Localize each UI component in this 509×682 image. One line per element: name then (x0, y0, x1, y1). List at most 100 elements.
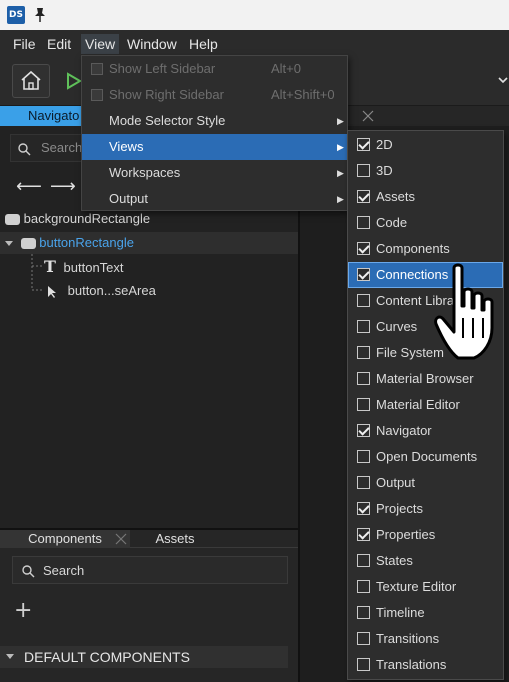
submenu-arrow-icon: ▶ (337, 116, 344, 126)
view-toggle-label: Timeline (376, 605, 425, 620)
pin-icon[interactable] (33, 7, 47, 23)
submenu-arrow-icon: ▶ (337, 168, 344, 178)
title-bar: DS (0, 0, 509, 30)
view-toggle-texture-editor[interactable]: Texture Editor (348, 574, 503, 600)
cursor-icon (48, 285, 56, 298)
components-search-input[interactable]: Search (12, 556, 288, 584)
view-toggle-label: Output (376, 475, 416, 490)
checkbox-checked[interactable] (357, 424, 370, 437)
view-toggle-label: Open Documents (376, 449, 478, 464)
checkbox-unchecked[interactable] (357, 294, 370, 307)
tree-item-button-rectangle[interactable]: buttonRectangle (0, 232, 298, 254)
menu-view[interactable]: View (81, 34, 120, 54)
checkbox-unchecked[interactable] (357, 476, 370, 489)
view-toggle-output[interactable]: Output (348, 470, 503, 496)
close-icon[interactable] (360, 107, 376, 125)
menu-item-output[interactable]: Output ▶ (82, 186, 347, 212)
text-icon: T (44, 257, 56, 276)
menu-item-label: Output (109, 191, 149, 206)
menu-item-views[interactable]: Views ▶ (82, 134, 347, 160)
checkbox-unchecked[interactable] (357, 606, 370, 619)
search-icon (18, 143, 31, 156)
view-toggle-label: Components (376, 241, 450, 256)
view-toggle-label: 2D (376, 137, 393, 152)
view-toggle-projects[interactable]: Projects (348, 496, 503, 522)
menu-item-label: Show Left Sidebar (109, 61, 216, 76)
tab-components[interactable]: Components (0, 530, 130, 548)
menu-item-label: Show Right Sidebar (109, 87, 224, 102)
menu-file[interactable]: File (9, 34, 40, 54)
checkbox-unchecked[interactable] (357, 450, 370, 463)
checkbox-checked[interactable] (357, 242, 370, 255)
checkbox-unchecked[interactable] (357, 372, 370, 385)
tree-item-button-text[interactable]: T buttonText (44, 256, 124, 278)
menu-item-workspaces[interactable]: Workspaces ▶ (82, 160, 347, 186)
view-toggle-states[interactable]: States (348, 548, 503, 574)
view-toggle-2d[interactable]: 2D (348, 132, 503, 158)
view-toggle-navigator[interactable]: Navigator (348, 418, 503, 444)
view-toggle-open-documents[interactable]: Open Documents (348, 444, 503, 470)
view-toggle-label: States (376, 553, 413, 568)
view-toggle-properties[interactable]: Properties (348, 522, 503, 548)
add-icon[interactable]: + (14, 600, 32, 622)
view-toggle-3d[interactable]: 3D (348, 158, 503, 184)
checkbox-unchecked[interactable] (357, 346, 370, 359)
checkbox (91, 89, 103, 101)
menu-help[interactable]: Help (185, 34, 222, 54)
checkbox-unchecked[interactable] (357, 554, 370, 567)
close-icon[interactable] (114, 532, 128, 546)
view-toggle-material-editor[interactable]: Material Editor (348, 392, 503, 418)
views-submenu: 2D 3D Assets Code Components Connections Conte… (347, 130, 504, 680)
view-toggle-timeline[interactable]: Timeline (348, 600, 503, 626)
view-toggle-assets[interactable]: Assets (348, 184, 503, 210)
tab-label: Assets (155, 531, 195, 546)
menu-edit[interactable]: Edit (43, 34, 75, 54)
view-toggle-label: Transitions (376, 631, 440, 646)
checkbox-unchecked[interactable] (357, 632, 370, 645)
components-panel: Components Assets Search + DEFAULT COMPO… (0, 530, 298, 682)
hand-cursor-icon (434, 263, 494, 360)
view-toggle-code[interactable]: Code (348, 210, 503, 236)
checkbox-unchecked[interactable] (357, 580, 370, 593)
menu-item-mode-selector-style[interactable]: Mode Selector Style ▶ (82, 108, 347, 134)
navigator-search-input[interactable]: Search (10, 134, 90, 162)
forward-arrow-icon[interactable]: ⟶ (50, 176, 76, 197)
checkbox-checked[interactable] (357, 138, 370, 151)
view-toggle-label: Properties (376, 527, 436, 542)
checkbox-checked[interactable] (357, 268, 370, 281)
checkbox-unchecked[interactable] (357, 658, 370, 671)
view-toggle-translations[interactable]: Translations (348, 652, 503, 678)
checkbox-unchecked[interactable] (357, 216, 370, 229)
rectangle-icon (5, 214, 20, 226)
menu-window[interactable]: Window (123, 34, 181, 54)
section-header-default-components[interactable]: DEFAULT COMPONENTS (0, 646, 288, 668)
tab-assets[interactable]: Assets (130, 530, 220, 548)
view-toggle-transitions[interactable]: Transitions (348, 626, 503, 652)
collapse-caret-icon (6, 654, 14, 659)
menu-item-show-right-sidebar[interactable]: Show Right Sidebar Alt+Shift+0 (82, 82, 347, 108)
tree-item-label: buttonText (63, 260, 124, 275)
back-arrow-icon[interactable]: ⟵ (16, 176, 42, 197)
checkbox-checked[interactable] (357, 528, 370, 541)
tab-navigator[interactable]: Navigato (0, 106, 82, 126)
tab-label: Components (28, 531, 102, 546)
checkbox-checked[interactable] (357, 190, 370, 203)
checkbox-unchecked[interactable] (357, 398, 370, 411)
view-toggle-label: Material Editor (376, 397, 460, 412)
app-logo-icon: DS (7, 6, 25, 24)
tree-item-mouse-area[interactable]: button...seArea (46, 280, 156, 302)
home-icon (21, 70, 41, 90)
tree-item-label: backgroundRectangle (23, 211, 151, 226)
menu-item-show-left-sidebar[interactable]: Show Left Sidebar Alt+0 (82, 56, 347, 82)
rectangle-icon (20, 238, 36, 250)
home-button[interactable] (12, 64, 50, 98)
submenu-arrow-icon: ▶ (337, 142, 344, 152)
checkbox-checked[interactable] (357, 502, 370, 515)
chevron-down-icon[interactable] (496, 72, 509, 88)
checkbox-unchecked[interactable] (357, 320, 370, 333)
menu-item-shortcut: Alt+Shift+0 (271, 87, 335, 102)
view-toggle-label: Code (376, 215, 408, 230)
expand-caret-icon[interactable] (5, 241, 13, 247)
checkbox-unchecked[interactable] (357, 164, 370, 177)
view-toggle-components[interactable]: Components (348, 236, 503, 262)
